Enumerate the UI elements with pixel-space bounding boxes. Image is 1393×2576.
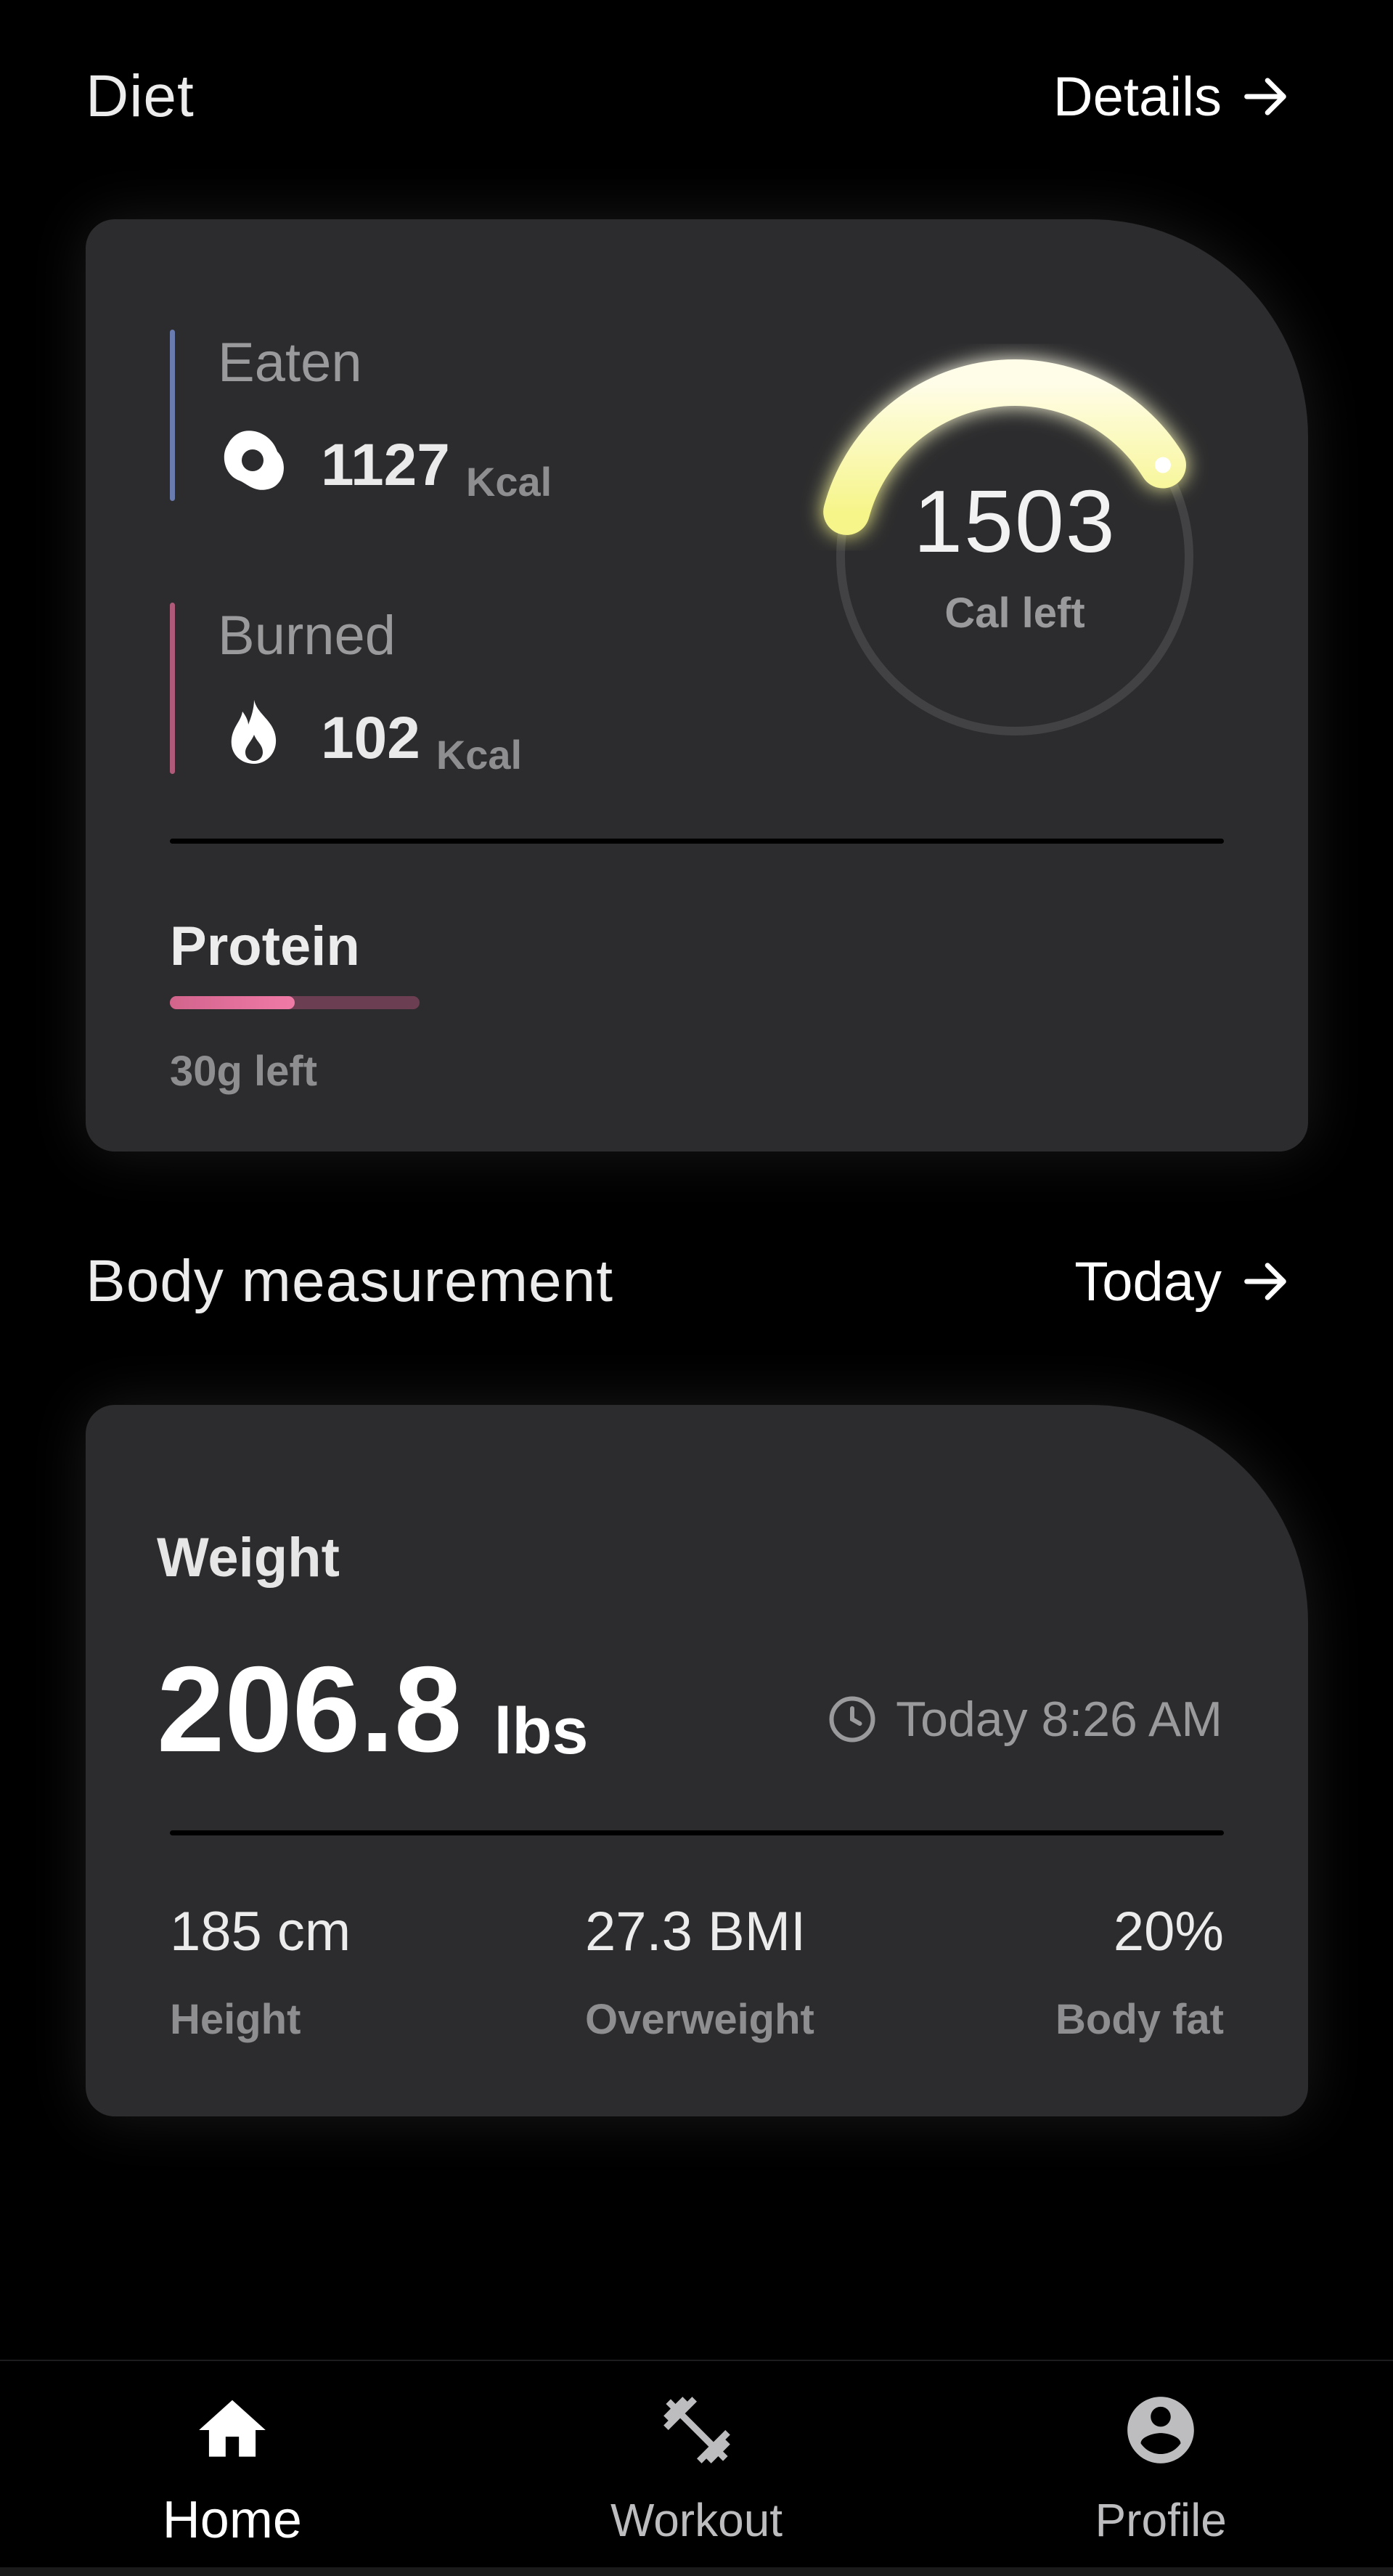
app-screen: Diet Details Eaten 1127 Kcal Burned 102 … — [0, 0, 1393, 2576]
profile-icon — [1127, 2397, 1195, 2463]
diet-divider — [170, 839, 1224, 844]
metric-label: Body fat — [1055, 1996, 1224, 2043]
burned-value: 102 — [321, 705, 420, 771]
timestamp-text: Today 8:26 AM — [896, 1692, 1222, 1747]
eaten-value: 1127 — [321, 432, 450, 498]
burned-stat: Burned 102 Kcal — [170, 603, 523, 778]
burned-unit: Kcal — [436, 732, 523, 778]
body-header: Body measurement Today — [86, 1242, 1293, 1321]
protein-progress-bar — [170, 996, 420, 1009]
metric-label: Overweight — [585, 1996, 814, 2043]
flame-icon — [231, 700, 277, 764]
eaten-label: Eaten — [218, 332, 362, 394]
dumbbell-icon — [663, 2397, 730, 2463]
metric-value: 185 cm — [170, 1901, 351, 1962]
nav-item-home[interactable]: Home — [0, 2361, 465, 2567]
bottom-navigation: Home Workout Profile — [0, 2360, 1393, 2567]
weight-label: Weight — [157, 1527, 340, 1589]
nav-label-profile: Profile — [1095, 2494, 1227, 2546]
home-icon — [198, 2400, 266, 2457]
system-nav-strip — [0, 2567, 1393, 2576]
cal-left-label: Cal left — [944, 589, 1085, 637]
diet-header: Diet Details — [86, 57, 1293, 136]
nav-label-workout: Workout — [610, 2494, 783, 2546]
cal-left-value: 1503 — [913, 471, 1116, 571]
metric-bmi: 27.3 BMI Overweight — [585, 1904, 814, 2041]
food-icon — [224, 431, 284, 490]
nav-item-workout[interactable]: Workout — [465, 2361, 929, 2567]
burned-accent-bar — [170, 603, 175, 774]
arrow-right-icon — [1244, 1263, 1286, 1300]
body-today-link[interactable]: Today — [1074, 1250, 1293, 1313]
protein-label: Protein — [170, 916, 360, 977]
clock-icon — [829, 1696, 875, 1743]
metric-body-fat: 20% Body fat — [1055, 1904, 1224, 2041]
weight-unit: lbs — [494, 1695, 589, 1768]
body-measurement-card[interactable]: Weight 206.8 lbs Today 8:26 AM 185 cm He… — [86, 1405, 1308, 2116]
details-link-label: Details — [1053, 65, 1222, 128]
body-title: Body measurement — [86, 1248, 614, 1314]
nav-label-home: Home — [162, 2491, 302, 2549]
metric-height: 185 cm Height — [170, 1904, 351, 2041]
metric-value: 20% — [1113, 1901, 1224, 1962]
arrow-right-icon — [1244, 78, 1286, 115]
burned-label: Burned — [218, 605, 396, 667]
eaten-accent-bar — [170, 330, 175, 501]
diet-title: Diet — [86, 63, 195, 129]
protein-remaining: 30g left — [170, 1048, 318, 1095]
protein-progress-fill — [170, 996, 295, 1009]
eaten-stat: Eaten 1127 Kcal — [170, 330, 552, 505]
eaten-unit: Kcal — [465, 459, 552, 505]
diet-details-link[interactable]: Details — [1053, 65, 1293, 129]
nav-item-profile[interactable]: Profile — [928, 2361, 1393, 2567]
ring-center: 1503 Cal left — [790, 332, 1240, 782]
metric-label: Height — [170, 1996, 301, 2043]
today-link-label: Today — [1074, 1250, 1222, 1313]
weight-row: 206.8 lbs — [157, 1648, 588, 1770]
body-divider — [170, 1830, 1224, 1835]
metric-value: 27.3 BMI — [585, 1901, 806, 1962]
diet-card[interactable]: Eaten 1127 Kcal Burned 102 Kcal 1503 Cal… — [86, 219, 1308, 1152]
weight-value: 206.8 — [157, 1641, 462, 1777]
weight-timestamp: Today 8:26 AM — [826, 1691, 1222, 1748]
